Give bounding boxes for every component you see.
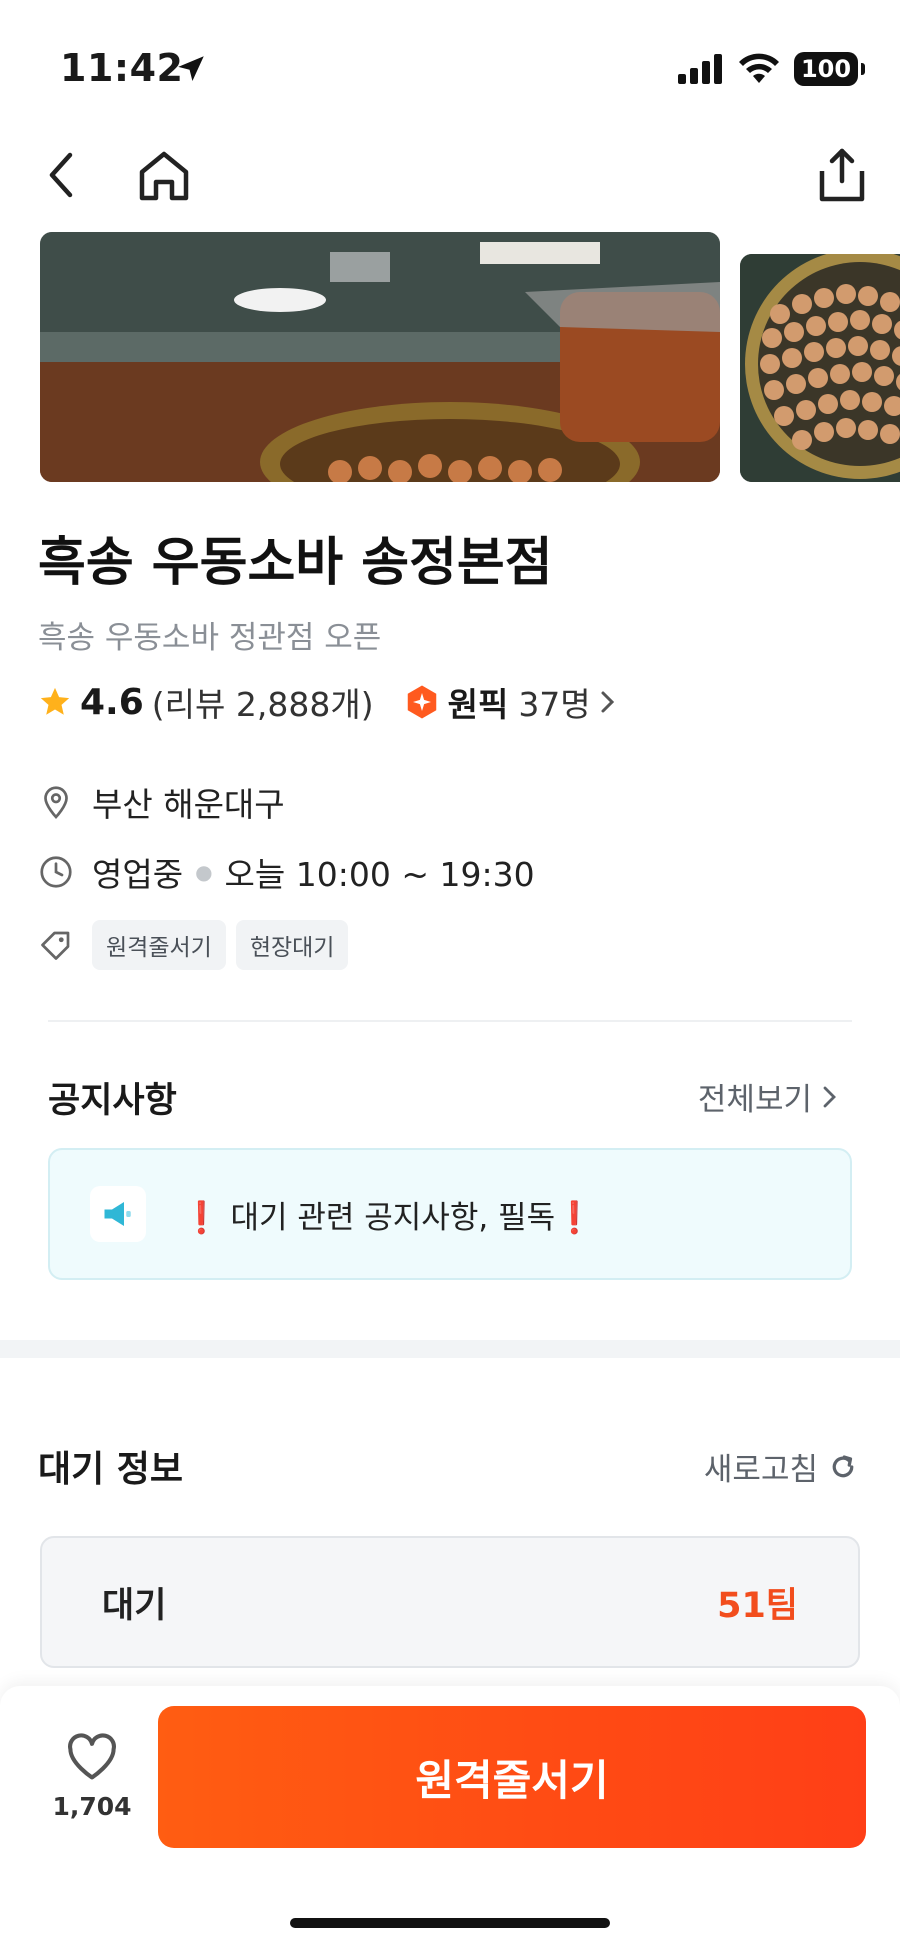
store-photo-main[interactable]: [40, 232, 720, 482]
notice-item[interactable]: ❗ 대기 관련 공지사항, 필독❗: [48, 1148, 852, 1280]
eggs-photo-image: [740, 254, 900, 482]
megaphone-glyph: [104, 1202, 131, 1226]
review-count: (리뷰 2,888개): [151, 685, 374, 724]
refresh-button[interactable]: 새로고침: [704, 1444, 858, 1489]
refresh-label: 새로고침: [703, 1452, 818, 1488]
star-icon: [40, 687, 70, 715]
status-right: 100: [678, 52, 865, 86]
exclamation-icon: ❗: [555, 1199, 594, 1236]
signal-icon: [678, 54, 722, 84]
wait-label: 대기: [102, 1585, 167, 1626]
refresh-icon: [832, 1454, 854, 1477]
rating-value: 4.6: [80, 681, 144, 723]
status-time: 11:42: [60, 46, 184, 90]
battery-icon: 100: [794, 52, 865, 86]
favorite-button[interactable]: 1,704: [50, 1732, 134, 1821]
tag-onsite-wait: 현장대기: [235, 920, 349, 970]
notice-title: 공지사항: [48, 1081, 177, 1121]
megaphone-icon: [90, 1186, 146, 1242]
store-photo-second[interactable]: [740, 254, 900, 482]
remote-queue-button[interactable]: 원격줄서기: [158, 1706, 866, 1848]
home-indicator: [290, 1918, 610, 1928]
pick-badge-icon: [407, 685, 436, 719]
favorite-count: 1,704: [52, 1792, 132, 1821]
wifi-icon: [739, 53, 779, 83]
store-subtitle: 흑송 우동소바 정관점 오픈: [38, 620, 382, 656]
open-status: 영업중: [92, 855, 184, 894]
pick-count: 37명: [518, 685, 591, 724]
exclamation-icon: ❗: [182, 1199, 221, 1236]
location-pin-icon: [44, 786, 68, 819]
notice-text: ❗ 대기 관련 공지사항, 필독❗: [182, 1192, 594, 1237]
wait-count: 51팀: [717, 1585, 798, 1626]
chevron-right-icon: [823, 1086, 836, 1107]
chevron-right-icon: [601, 691, 614, 713]
section-divider: [48, 1020, 852, 1022]
location-arrow-icon: [178, 56, 204, 82]
notice-text-content: 대기 관련 공지사항, 필독: [230, 1199, 556, 1236]
wait-info-title: 대기 정보: [38, 1449, 184, 1490]
heart-icon: [68, 1733, 116, 1780]
share-icon[interactable]: [812, 145, 872, 205]
hours-row[interactable]: 영업중 ● 오늘 10:00 ~ 19:30: [38, 850, 535, 894]
status-bar: 11:42 100: [0, 0, 900, 120]
back-arrow-icon[interactable]: [38, 145, 86, 205]
clock-icon: [40, 856, 72, 888]
store-title: 흑송 우동소바 송정본점: [38, 533, 553, 593]
separator-dot: ●: [195, 860, 213, 884]
location-text: 부산 해운대구: [92, 785, 285, 824]
tags-row: 원격줄서기 현장대기: [38, 920, 358, 970]
hours-text: 오늘 10:00 ~ 19:30: [224, 855, 535, 894]
wait-count-box: 대기 51팀: [40, 1536, 860, 1668]
notice-view-all-link[interactable]: 전체보기: [698, 1074, 840, 1119]
pick-label: 원픽: [447, 685, 509, 724]
rating-row[interactable]: 4.6 (리뷰 2,888개) 원픽 37명: [38, 680, 619, 724]
location-row: 부산 해운대구: [38, 780, 285, 824]
home-icon[interactable]: [134, 148, 194, 204]
tag-icon: [41, 931, 70, 960]
kitchen-photo-image: [40, 232, 720, 482]
tag-remote-queue: 원격줄서기: [92, 920, 226, 970]
section-spacer: [0, 1340, 900, 1358]
notice-view-all-label: 전체보기: [697, 1082, 812, 1118]
